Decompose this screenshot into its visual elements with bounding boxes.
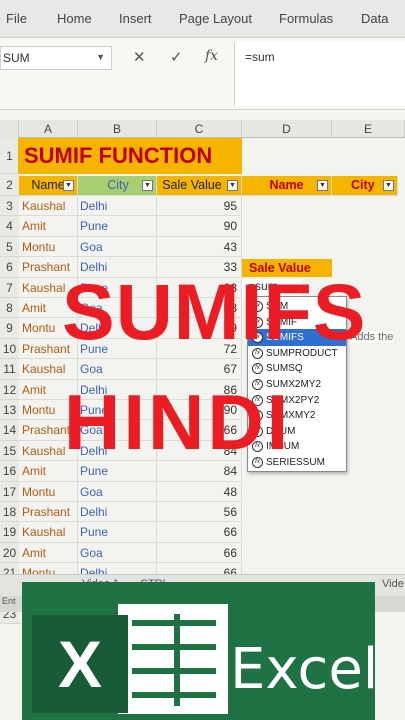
row-header-6[interactable]: 6 xyxy=(0,257,19,278)
cell-sale-value[interactable]: 56 xyxy=(157,502,242,522)
cell-city[interactable]: Delhi xyxy=(78,502,157,522)
filter-dropdown-icon[interactable]: ▼ xyxy=(63,180,74,191)
filter-dropdown-icon[interactable]: ▼ xyxy=(383,180,394,191)
name-box-value: SUM xyxy=(3,51,30,65)
cell-name[interactable]: Montu xyxy=(19,237,78,257)
formula-input[interactable]: =sum xyxy=(234,42,405,106)
autocomplete-item[interactable]: fx SUMSQ xyxy=(248,360,346,377)
cell-sale-value[interactable]: 66 xyxy=(157,543,242,563)
header-sale-value[interactable]: Sale Value ▼ xyxy=(157,176,242,196)
header-name-criteria[interactable]: Name ▼ xyxy=(242,176,332,196)
excel-logo-x-icon: X xyxy=(32,615,128,713)
row-header-3[interactable]: 3 xyxy=(0,196,19,216)
function-icon: fx xyxy=(252,363,263,375)
row-header-14[interactable]: 14 xyxy=(0,420,19,441)
row-header-1[interactable]: 1 xyxy=(0,138,19,174)
header-name-label: Name xyxy=(31,178,65,192)
row-header-2[interactable]: 2 xyxy=(0,174,19,196)
tab-data[interactable]: Data xyxy=(361,11,388,26)
tab-home[interactable]: Home xyxy=(57,11,92,26)
excel-logo-wordmark: Excel xyxy=(230,637,379,702)
autocomplete-item-label: SUMSQ xyxy=(266,363,303,375)
insert-function-icon[interactable]: fx xyxy=(205,48,218,64)
cell-sale-value[interactable]: 43 xyxy=(157,237,242,257)
cell-city[interactable]: Pune xyxy=(78,216,157,237)
cell-sale-value[interactable]: 66 xyxy=(157,522,242,543)
row-header-8[interactable]: 8 xyxy=(0,298,19,318)
cell-name[interactable]: Montu xyxy=(19,482,78,502)
row-header-20[interactable]: 20 xyxy=(0,543,19,563)
ribbon-menu: File Home Insert Page Layout Formulas Da… xyxy=(0,0,405,38)
cell-name[interactable]: Kaushal xyxy=(19,522,78,543)
overlay-title-hindi: HINDI xyxy=(64,378,292,466)
cell-name[interactable]: Kaushal xyxy=(19,196,78,216)
sheet-tab-right[interactable]: Vide xyxy=(382,578,404,590)
column-header-e[interactable]: E xyxy=(332,120,405,138)
cell-sale-value[interactable]: 95 xyxy=(157,196,242,216)
cell-city[interactable]: Pune xyxy=(78,522,157,543)
header-city-label: City xyxy=(107,178,129,192)
filter-dropdown-icon[interactable]: ▼ xyxy=(227,180,238,191)
tab-insert[interactable]: Insert xyxy=(119,11,152,26)
cell-name[interactable]: Prashant xyxy=(19,502,78,522)
row-header-15[interactable]: 15 xyxy=(0,441,19,461)
row-header-9[interactable]: 9 xyxy=(0,318,19,339)
column-header-b[interactable]: B xyxy=(78,120,157,138)
row-header-11[interactable]: 11 xyxy=(0,359,19,380)
cell-name[interactable]: Amit xyxy=(19,543,78,563)
cell-city[interactable]: Delhi xyxy=(78,196,157,216)
filter-dropdown-icon[interactable]: ▼ xyxy=(142,180,153,191)
excel-logo-grid xyxy=(118,604,228,714)
enter-icon[interactable]: ✓ xyxy=(170,48,183,66)
filter-dropdown-icon[interactable]: ▼ xyxy=(317,180,328,191)
overlay-title-sumifs: SUMIFS xyxy=(62,267,367,356)
row-header-4[interactable]: 4 xyxy=(0,216,19,237)
row-header-13[interactable]: 13 xyxy=(0,400,19,420)
tab-formulas[interactable]: Formulas xyxy=(279,11,333,26)
cell-sale-value[interactable]: 48 xyxy=(157,482,242,502)
row-header-17[interactable]: 17 xyxy=(0,482,19,502)
tab-page-layout[interactable]: Page Layout xyxy=(179,11,252,26)
tab-file[interactable]: File xyxy=(6,11,27,26)
select-all-corner[interactable] xyxy=(0,120,19,138)
cell-name[interactable]: Kaushal xyxy=(19,359,78,380)
column-header-a[interactable]: A xyxy=(19,120,78,138)
chevron-down-icon[interactable]: ▼ xyxy=(96,52,105,62)
row-header-16[interactable]: 16 xyxy=(0,461,19,482)
header-city-criteria[interactable]: City ▼ xyxy=(332,176,398,196)
status-text: Ent xyxy=(2,596,16,606)
header-city2-label: City xyxy=(351,178,375,192)
row-header-18[interactable]: 18 xyxy=(0,502,19,522)
header-sale-label: Sale Value xyxy=(162,178,222,192)
sheet-title[interactable]: SUMIF FUNCTION xyxy=(18,138,242,174)
cell-city[interactable]: Goa xyxy=(78,237,157,257)
column-header-d[interactable]: D xyxy=(242,120,332,138)
header-name2-label: Name xyxy=(269,178,304,192)
name-box[interactable]: SUM ▼ xyxy=(0,46,112,70)
cell-name[interactable]: Amit xyxy=(19,216,78,237)
header-city[interactable]: City ▼ xyxy=(78,176,157,196)
cell-city[interactable]: Goa xyxy=(78,359,157,380)
cell-sale-value[interactable]: 90 xyxy=(157,216,242,237)
column-header-c[interactable]: C xyxy=(157,120,242,138)
cell-city[interactable]: Goa xyxy=(78,482,157,502)
cell-city[interactable]: Goa xyxy=(78,543,157,563)
row-header-10[interactable]: 10 xyxy=(0,339,19,359)
row-header-5[interactable]: 5 xyxy=(0,237,19,257)
cell-sale-value[interactable]: 67 xyxy=(157,359,242,380)
row-header-19[interactable]: 19 xyxy=(0,522,19,543)
row-header-7[interactable]: 7 xyxy=(0,278,19,298)
logo-grid-line xyxy=(174,614,180,706)
cancel-icon[interactable]: ✕ xyxy=(133,48,146,66)
formula-bar: SUM ▼ ✕ ✓ fx =sum xyxy=(0,38,405,110)
header-name[interactable]: Name ▼ xyxy=(19,176,78,196)
row-header-12[interactable]: 12 xyxy=(0,380,19,400)
